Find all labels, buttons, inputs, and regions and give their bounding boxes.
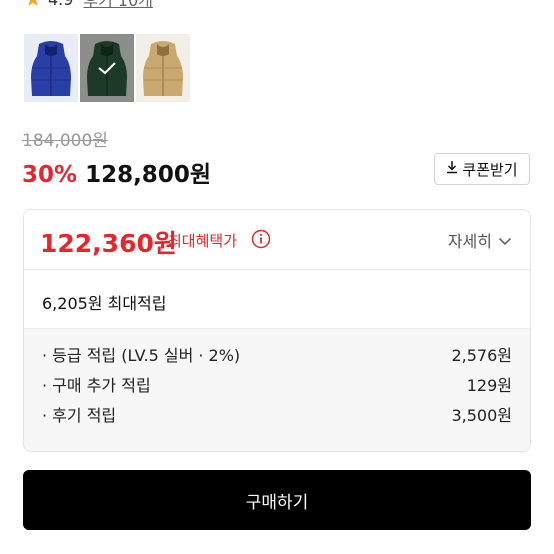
breakdown-row: · 등급 적립 (LV.5 실버 · 2%) 2,576원 [42,341,512,367]
breakdown-value: 3,500원 [451,406,512,425]
star-icon: ★ [24,0,42,9]
detail-toggle[interactable]: 자세히 [448,228,512,252]
points-breakdown: · 등급 적립 (LV.5 실버 · 2%) 2,576원 · 구매 추가 적립… [24,328,530,451]
chevron-down-icon [498,231,512,250]
swatch-tan[interactable] [136,34,190,102]
detail-toggle-label: 자세히 [447,232,492,251]
breakdown-row: · 후기 적립 3,500원 [42,401,512,427]
swatch-blue[interactable] [24,34,78,102]
sale-price: 128,800원 [85,162,211,188]
swatch-green[interactable] [80,34,134,102]
rating-score: 4.9 [48,0,73,9]
breakdown-value: 129원 [466,376,512,395]
discount-rate: 30% [22,162,78,188]
info-icon[interactable] [251,229,271,253]
review-count-link[interactable]: 후기 10개 [83,0,153,11]
price-row: 30% 128,800원 [22,155,211,189]
buy-button[interactable]: 구매하기 [23,470,531,530]
benefit-header[interactable]: 122,360원 최대혜택가 자세히 [24,210,530,270]
coupon-button[interactable]: 쿠폰받기 [434,153,530,185]
selected-check-icon [80,34,134,102]
color-swatches [24,34,190,102]
max-benefit-label: 최대혜택가 [168,232,238,250]
breakdown-label: · 구매 추가 적립 [42,376,151,395]
benefit-panel: 122,360원 최대혜택가 자세히 6,205원 최대적립 · 등급 적립 (… [23,209,531,452]
original-price: 184,000원 [22,131,108,151]
coupon-button-label: 쿠폰받기 [462,160,518,179]
rating-summary: ★ 4.9 후기 10개 [24,0,153,10]
download-icon [446,160,458,178]
max-benefit-price: 122,360원 [40,229,177,258]
breakdown-row: · 구매 추가 적립 129원 [42,371,512,397]
breakdown-label: · 후기 적립 [42,406,117,425]
breakdown-value: 2,576원 [451,346,512,365]
breakdown-label: · 등급 적립 (LV.5 실버 · 2%) [42,346,241,365]
max-points: 6,205원 최대적립 [42,294,167,313]
